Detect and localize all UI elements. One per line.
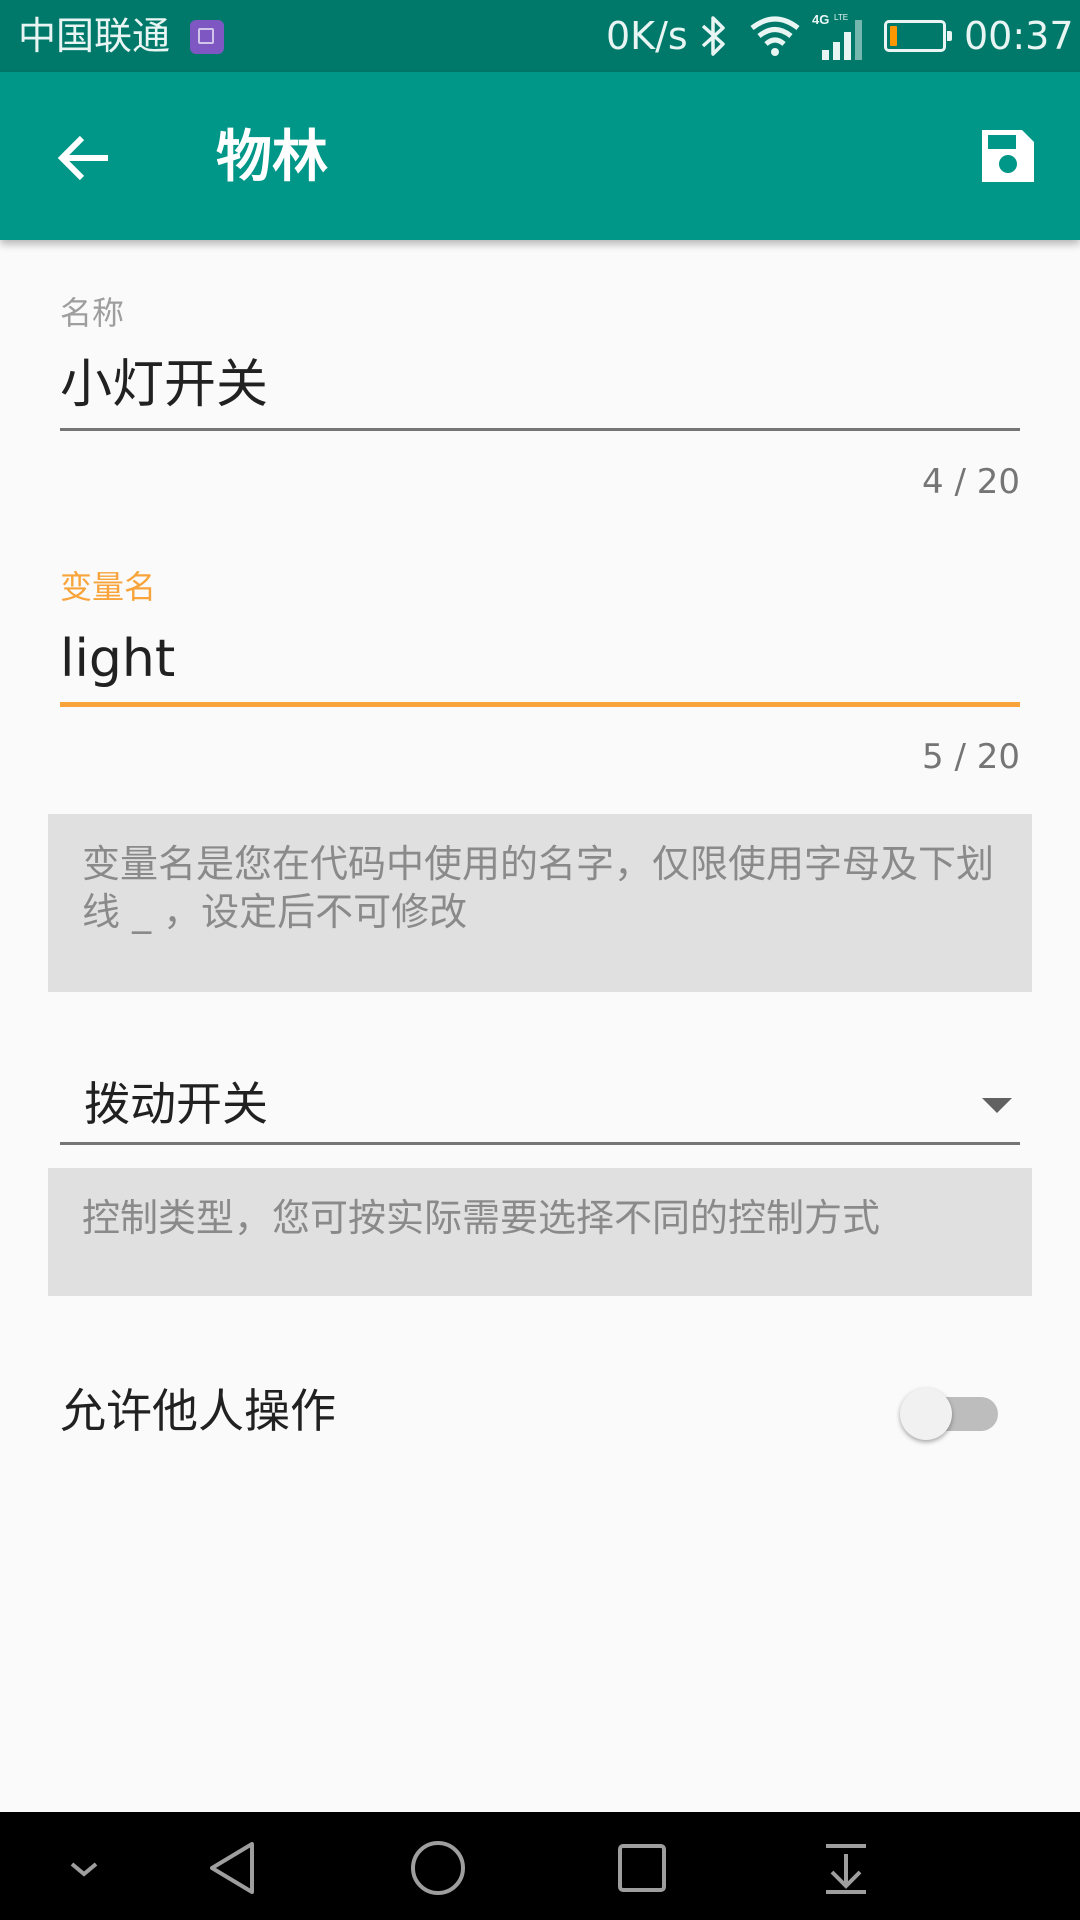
gallery-notification-icon <box>190 20 224 54</box>
signal-icon: 4G LTE <box>812 10 874 66</box>
clock: 00:37 <box>964 14 1074 58</box>
notification-pulldown-icon[interactable] <box>816 1838 876 1898</box>
name-char-counter: 4 / 20 <box>922 462 1020 502</box>
battery-icon <box>884 20 952 52</box>
arrow-back-icon[interactable] <box>48 122 120 194</box>
name-label: 名称 <box>60 294 125 332</box>
save-icon[interactable] <box>976 124 1040 188</box>
svg-text:LTE: LTE <box>834 13 848 22</box>
switch-thumb <box>900 1388 952 1440</box>
control-type-hint: 控制类型，您可按实际需要选择不同的控制方式 <box>48 1168 1032 1296</box>
recents-square-icon[interactable] <box>612 1838 672 1898</box>
app-bar: 物林 <box>0 72 1080 240</box>
dropdown-arrow-icon <box>982 1098 1012 1113</box>
variable-name-underline <box>60 702 1020 707</box>
page-title: 物林 <box>216 125 328 190</box>
svg-text:4G: 4G <box>812 12 829 27</box>
carrier-name: 中国联通 <box>18 14 171 58</box>
variable-name-field[interactable]: 变量名 light <box>60 562 1020 707</box>
home-circle-icon[interactable] <box>408 1838 468 1898</box>
variable-name-input[interactable]: light <box>60 628 1020 690</box>
variable-name-hint: 变量名是您在代码中使用的名字，仅限使用字母及下划线 _ ，设定后不可修改 <box>48 814 1032 992</box>
variable-name-char-counter: 5 / 20 <box>922 737 1020 777</box>
allow-others-label: 允许他人操作 <box>60 1384 336 1438</box>
collapse-chevron-icon[interactable] <box>54 1838 114 1898</box>
status-bar: 中国联通 0K/s 4G LTE 00:37 <box>0 0 1080 72</box>
name-input[interactable]: 小灯开关 <box>60 354 1020 416</box>
bluetooth-icon <box>697 14 731 62</box>
back-triangle-icon[interactable] <box>204 1838 264 1898</box>
variable-name-label: 变量名 <box>60 568 157 606</box>
navigation-bar <box>0 1812 1080 1920</box>
name-underline <box>60 428 1020 431</box>
allow-others-switch[interactable] <box>900 1388 1000 1440</box>
control-type-selected: 拨动开关 <box>84 1077 268 1131</box>
wifi-icon <box>748 14 802 62</box>
control-type-dropdown[interactable]: 拨动开关 <box>60 1068 1020 1145</box>
network-speed: 0K/s <box>606 14 688 58</box>
name-field[interactable]: 名称 小灯开关 <box>60 288 1020 431</box>
